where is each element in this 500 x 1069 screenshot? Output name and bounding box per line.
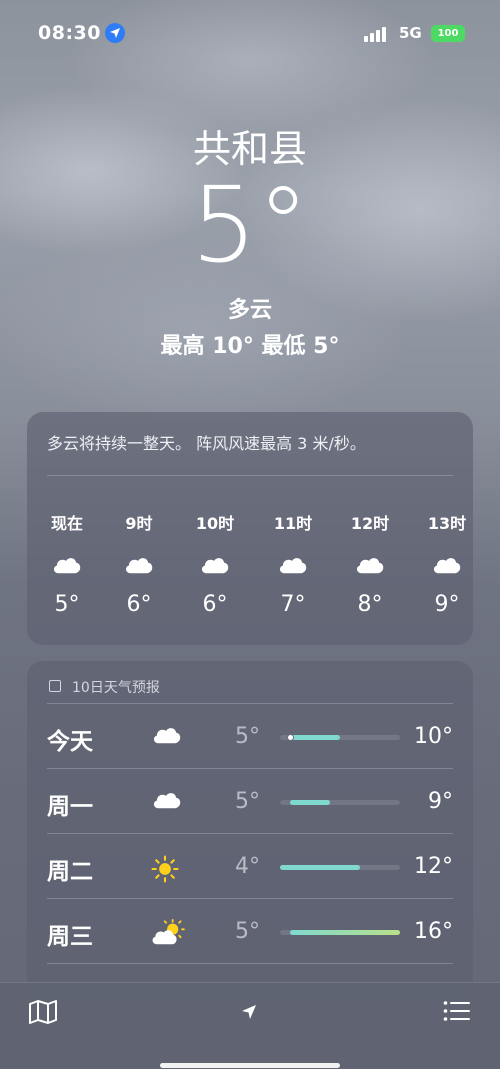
temperature-range-bar <box>280 734 400 741</box>
hourly-forecast-card[interactable]: 多云将持续一整天。 阵风风速最高 3 米/秒。 现在 5° 9时 6° 10时 6° 11时… <box>27 412 473 645</box>
sun-icon <box>150 854 186 883</box>
hour-label: 13时 <box>427 514 467 533</box>
forecast-row[interactable]: 周三 5° 16° <box>47 899 453 963</box>
cloud-icon <box>353 554 387 576</box>
cloud-icon <box>150 724 186 752</box>
forecast-day: 周二 <box>47 859 93 885</box>
hourly-item: 10时 6° <box>185 510 245 617</box>
hourly-item: 9时 6° <box>109 510 169 617</box>
divider <box>47 475 453 476</box>
partly-cloudy-icon <box>150 919 186 947</box>
hour-label: 12时 <box>350 514 390 533</box>
forecast-high: 10° <box>414 724 453 749</box>
temperature-range-fill <box>290 800 330 805</box>
cloud-icon <box>50 554 84 576</box>
hourly-item: 11时 7° <box>263 510 323 617</box>
forecast-row[interactable]: 周一 5° 9° <box>47 769 453 833</box>
forecast-summary: 多云将持续一整天。 阵风风速最高 3 米/秒。 <box>47 434 366 453</box>
temperature-range-fill <box>290 735 340 740</box>
status-bar: 08:30 5G 100 <box>0 0 500 68</box>
cloud-icon <box>198 554 232 576</box>
temperature-range-fill <box>290 930 400 935</box>
cloud-icon <box>276 554 310 576</box>
calendar-icon <box>49 680 61 692</box>
forecast-day: 周一 <box>47 794 93 820</box>
forecast-high: 12° <box>414 854 453 879</box>
forecast-high: 16° <box>414 919 453 944</box>
hour-label: 10时 <box>195 514 235 533</box>
temperature-range-fill <box>280 865 360 870</box>
hour-temperature: 6° <box>126 592 152 617</box>
forecast-low: 5° <box>235 789 260 814</box>
temperature-range-bar <box>280 930 400 935</box>
current-temperature: 5° <box>190 164 310 286</box>
list-icon[interactable] <box>443 999 471 1027</box>
hour-temperature: 5° <box>54 592 80 617</box>
battery-icon: 100 <box>431 25 465 42</box>
hour-temperature: 6° <box>202 592 228 617</box>
hour-label: 11时 <box>273 514 313 533</box>
temperature-range-bar <box>280 800 400 805</box>
hour-temperature: 9° <box>434 592 460 617</box>
temperature-range-bar <box>280 865 400 870</box>
map-icon[interactable] <box>28 999 58 1029</box>
forecast-low: 5° <box>235 724 260 749</box>
forecast-day: 今天 <box>47 729 93 755</box>
hourly-item: 12时 8° <box>340 510 400 617</box>
ten-day-forecast-title: 10日天气预报 <box>72 680 160 696</box>
forecast-low: 4° <box>235 854 260 879</box>
hourly-item: 现在 5° <box>37 510 97 617</box>
hour-label: 现在 <box>50 514 83 533</box>
status-time: 08:30 <box>38 22 101 44</box>
location-arrow-icon <box>105 23 125 43</box>
hour-label: 9时 <box>125 514 153 533</box>
high-low-temperature: 最高 10° 最低 5° <box>160 334 340 359</box>
home-indicator[interactable] <box>160 1063 340 1068</box>
bottom-toolbar <box>0 982 500 1069</box>
signal-icon <box>364 26 388 42</box>
current-condition: 多云 <box>227 298 272 323</box>
network-type: 5G <box>399 24 422 42</box>
hour-temperature: 8° <box>357 592 383 617</box>
forecast-row[interactable]: 今天 5° 10° <box>47 704 453 768</box>
hour-temperature: 7° <box>280 592 306 617</box>
ten-day-forecast-card[interactable]: 10日天气预报 今天 5° 10° 周一 5° 9° 周二 4° 12° 周三 5° 16° <box>27 661 473 1001</box>
forecast-row[interactable]: 周二 4° 12° <box>47 834 453 898</box>
divider <box>47 963 453 964</box>
hourly-item: 13时 9° <box>417 510 477 617</box>
forecast-high: 9° <box>428 789 453 814</box>
forecast-low: 5° <box>235 919 260 944</box>
cloud-icon <box>430 554 464 576</box>
location-arrow-icon[interactable] <box>240 1003 258 1025</box>
forecast-day: 周三 <box>47 924 93 950</box>
cloud-icon <box>150 789 186 817</box>
cloud-icon <box>122 554 156 576</box>
current-temp-dot <box>287 734 294 741</box>
